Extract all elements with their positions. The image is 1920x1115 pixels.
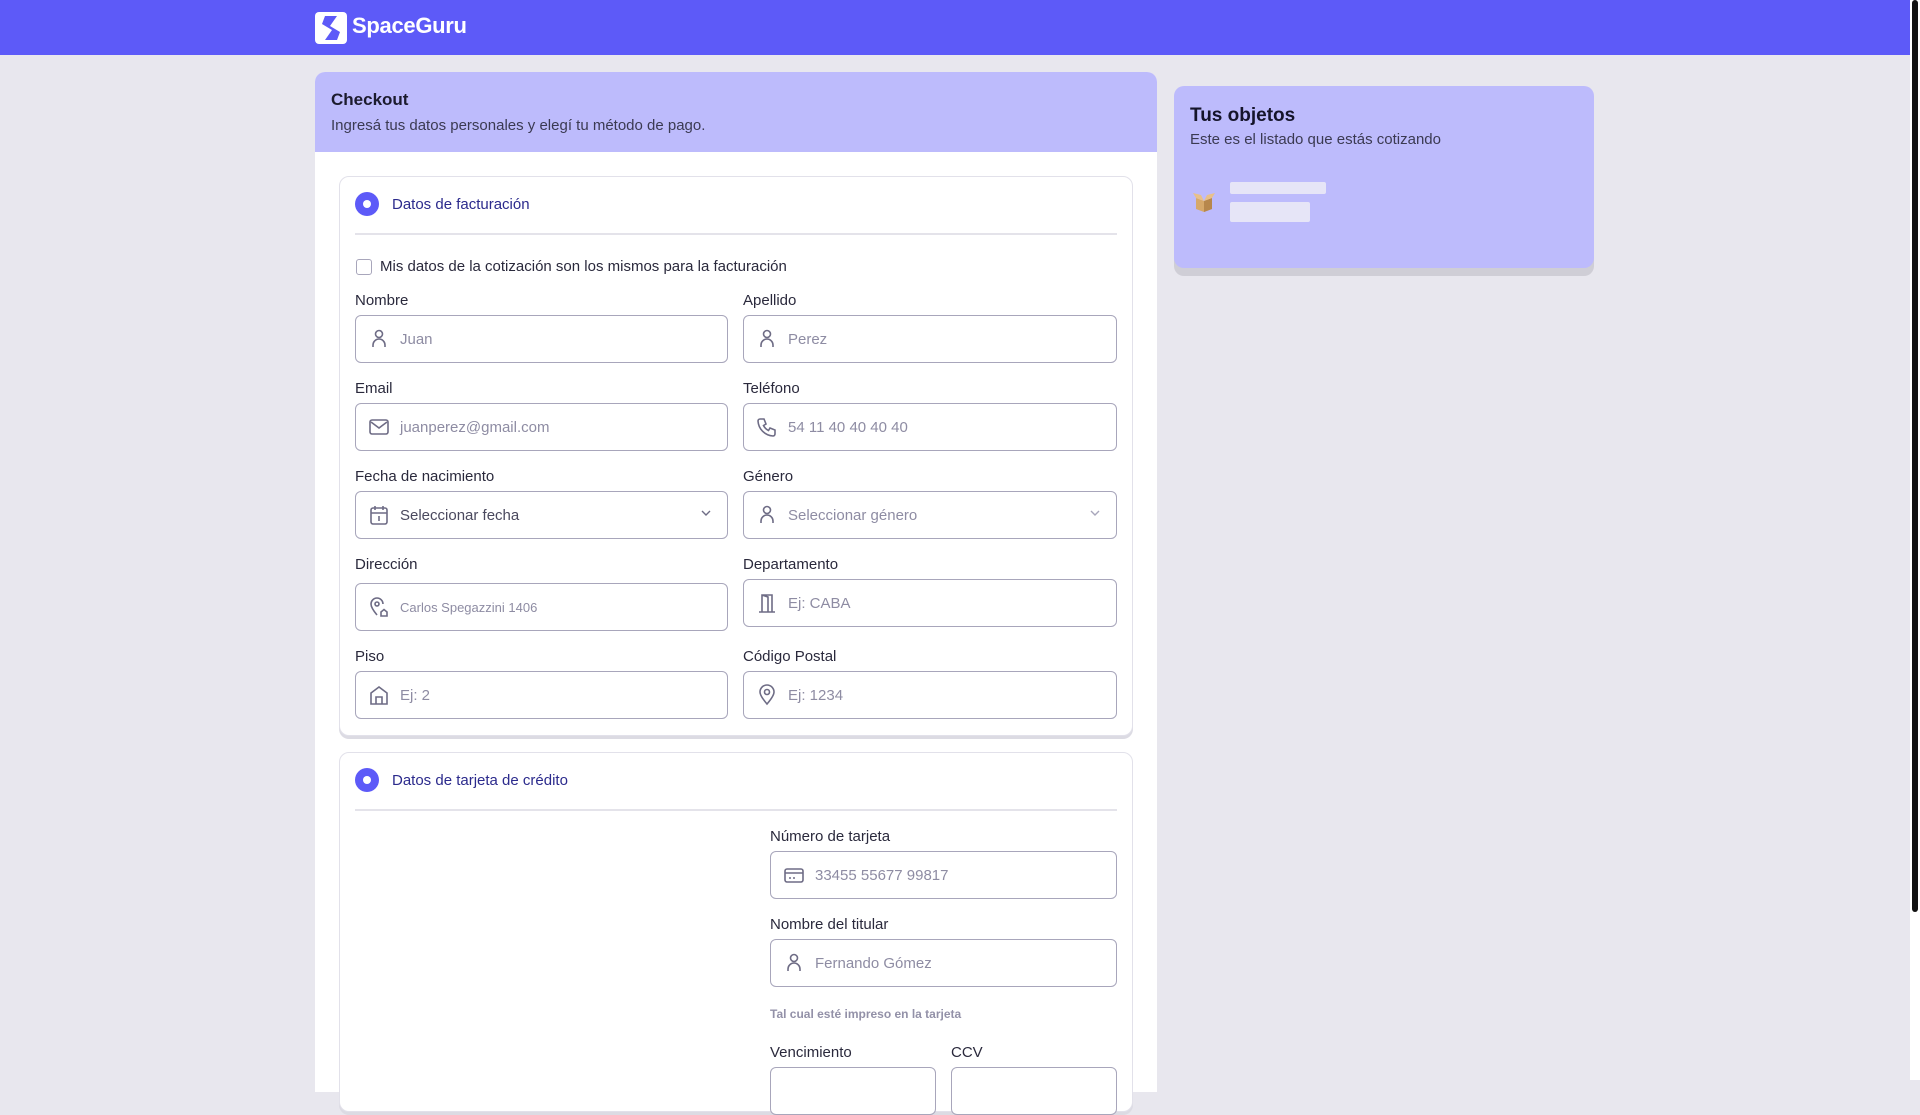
piso-input[interactable]: Ej: 2 bbox=[355, 671, 728, 719]
calendar-icon bbox=[370, 506, 388, 525]
divider bbox=[355, 809, 1117, 811]
direccion-input[interactable]: Carlos Spegazzini 1406 bbox=[355, 583, 728, 631]
nombre-input[interactable]: Juan bbox=[355, 315, 728, 363]
cp-placeholder: Ej: 1234 bbox=[788, 687, 844, 704]
brand-name[interactable]: SpaceGuru bbox=[352, 13, 467, 39]
home-icon bbox=[370, 686, 388, 705]
loading-skeleton bbox=[1230, 182, 1326, 194]
email-label: Email bbox=[355, 380, 393, 397]
location-home-icon bbox=[370, 597, 388, 617]
user-icon bbox=[372, 329, 386, 347]
user-icon bbox=[760, 329, 774, 347]
apellido-label: Apellido bbox=[743, 292, 797, 309]
door-icon bbox=[759, 594, 775, 613]
genero-label: Género bbox=[743, 468, 794, 485]
email-input[interactable]: juanperez@gmail.com bbox=[355, 403, 728, 451]
credit-card-section bbox=[339, 752, 1133, 1112]
card-number-placeholder: 33455 55677 99817 bbox=[815, 867, 949, 884]
cp-input[interactable]: Ej: 1234 bbox=[743, 671, 1117, 719]
piso-placeholder: Ej: 2 bbox=[400, 687, 431, 704]
nombre-placeholder: Juan bbox=[400, 331, 433, 348]
genero-select[interactable]: Seleccionar género bbox=[743, 491, 1117, 539]
departamento-placeholder: Ej: CABA bbox=[788, 595, 851, 612]
billing-title: Datos de facturación bbox=[392, 196, 530, 213]
holder-placeholder: Fernando Gómez bbox=[815, 955, 932, 972]
same-data-checkbox[interactable] bbox=[356, 259, 372, 275]
apellido-input[interactable]: Perez bbox=[743, 315, 1117, 363]
telefono-placeholder: 54 11 40 40 40 40 bbox=[788, 419, 908, 436]
email-placeholder: juanperez@gmail.com bbox=[400, 419, 550, 436]
card-number-label: Número de tarjeta bbox=[770, 828, 891, 845]
expiry-input[interactable] bbox=[770, 1067, 936, 1115]
ccv-label: CCV bbox=[951, 1044, 983, 1061]
billing-step-radio[interactable] bbox=[355, 192, 379, 216]
telefono-label: Teléfono bbox=[743, 380, 800, 397]
direccion-label: Dirección bbox=[355, 556, 418, 573]
chevron-down-icon bbox=[1090, 510, 1100, 516]
departamento-input[interactable]: Ej: CABA bbox=[743, 579, 1117, 627]
spaceguru-logo-icon[interactable] bbox=[315, 12, 347, 44]
card-step-radio[interactable] bbox=[355, 768, 379, 792]
holder-input[interactable]: Fernando Gómez bbox=[770, 939, 1117, 987]
cp-label: Código Postal bbox=[743, 648, 837, 665]
cart-title: Tus objetos bbox=[1190, 105, 1296, 126]
chevron-down-icon bbox=[701, 510, 711, 516]
cart-panel: Tus objetos Este es el listado que estás… bbox=[1174, 86, 1594, 268]
divider bbox=[355, 233, 1117, 235]
mail-icon bbox=[369, 419, 389, 435]
ccv-input[interactable] bbox=[951, 1067, 1117, 1115]
cart-subtitle: Este es el listado que estás cotizando bbox=[1190, 131, 1441, 148]
same-data-label: Mis datos de la cotización son los mismo… bbox=[380, 258, 787, 275]
holder-label: Nombre del titular bbox=[770, 916, 889, 933]
direccion-placeholder: Carlos Spegazzini 1406 bbox=[400, 600, 538, 615]
holder-hint: Tal cual esté impreso en la tarjeta bbox=[770, 1007, 962, 1021]
fecha-label: Fecha de nacimiento bbox=[355, 468, 495, 485]
telefono-input[interactable]: 54 11 40 40 40 40 bbox=[743, 403, 1117, 451]
scrollbar-thumb[interactable] bbox=[1912, 0, 1918, 912]
genero-placeholder: Seleccionar género bbox=[788, 507, 918, 524]
checkout-header: Checkout Ingresá tus datos personales y … bbox=[315, 72, 1157, 152]
page-title: Checkout bbox=[331, 90, 409, 109]
top-navbar bbox=[0, 0, 1910, 55]
loading-skeleton bbox=[1230, 202, 1310, 222]
expiry-label: Vencimiento bbox=[770, 1044, 852, 1061]
card-title: Datos de tarjeta de crédito bbox=[392, 772, 568, 789]
phone-icon bbox=[757, 418, 776, 437]
fecha-select[interactable]: Seleccionar fecha bbox=[355, 491, 728, 539]
fecha-placeholder: Seleccionar fecha bbox=[400, 507, 520, 524]
piso-label: Piso bbox=[355, 648, 385, 665]
map-pin-icon bbox=[759, 684, 775, 706]
credit-card-icon bbox=[784, 868, 804, 883]
page-subtitle: Ingresá tus datos personales y elegí tu … bbox=[331, 117, 706, 134]
user-icon bbox=[760, 505, 774, 523]
box-icon bbox=[1193, 193, 1215, 212]
card-number-input[interactable]: 33455 55677 99817 bbox=[770, 851, 1117, 899]
departamento-label: Departamento bbox=[743, 556, 839, 573]
nombre-label: Nombre bbox=[355, 292, 409, 309]
apellido-placeholder: Perez bbox=[788, 331, 828, 348]
user-icon bbox=[787, 953, 801, 971]
